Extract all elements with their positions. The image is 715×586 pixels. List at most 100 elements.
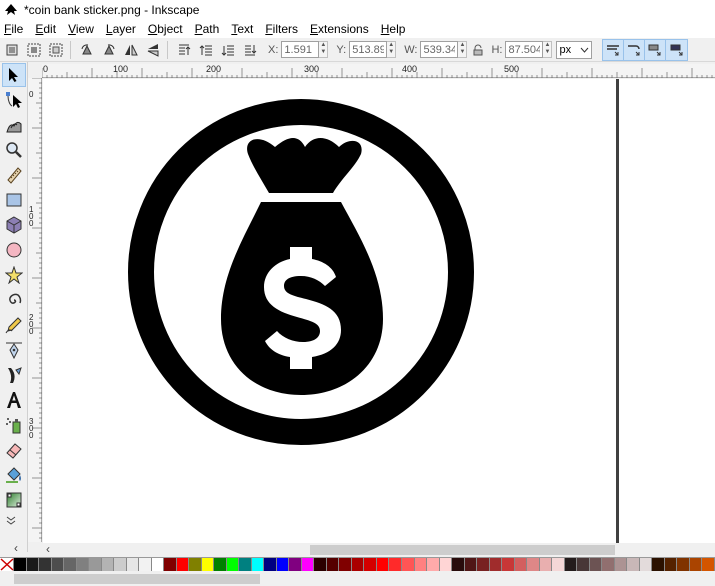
color-swatch[interactable] — [201, 558, 215, 571]
color-swatch[interactable] — [26, 558, 40, 571]
x-field[interactable] — [281, 41, 320, 58]
color-swatch[interactable] — [164, 558, 177, 571]
color-swatch[interactable] — [326, 558, 340, 571]
palette-scroll-thumb[interactable] — [14, 574, 260, 584]
color-swatch[interactable] — [301, 558, 315, 571]
menu-layer[interactable]: Layer — [106, 22, 136, 36]
color-swatch[interactable] — [439, 558, 453, 571]
rotate-cw-button[interactable] — [99, 40, 119, 60]
color-swatch[interactable] — [339, 558, 352, 571]
color-swatch[interactable] — [514, 558, 528, 571]
menu-extensions[interactable]: Extensions — [310, 22, 369, 36]
color-swatch[interactable] — [39, 558, 52, 571]
color-swatch[interactable] — [239, 558, 252, 571]
color-swatch[interactable] — [564, 558, 578, 571]
color-swatch[interactable] — [89, 558, 102, 571]
color-swatch[interactable] — [652, 558, 665, 571]
color-swatch[interactable] — [101, 558, 115, 571]
color-swatch[interactable] — [639, 558, 653, 571]
width-field[interactable] — [420, 41, 459, 58]
color-swatch[interactable] — [126, 558, 140, 571]
raise-to-top-button[interactable] — [174, 40, 194, 60]
color-swatch[interactable] — [689, 558, 703, 571]
color-swatch[interactable] — [589, 558, 603, 571]
color-swatch[interactable] — [489, 558, 503, 571]
menu-object[interactable]: Object — [148, 22, 183, 36]
color-swatch[interactable] — [276, 558, 290, 571]
color-swatch[interactable] — [139, 558, 152, 571]
menu-view[interactable]: View — [68, 22, 94, 36]
color-swatch[interactable] — [51, 558, 65, 571]
eraser-tool[interactable] — [2, 438, 26, 462]
color-swatch[interactable] — [351, 558, 365, 571]
ellipse-tool[interactable] — [2, 238, 26, 262]
3d-box-tool[interactable] — [2, 213, 26, 237]
corner-arrow-icon[interactable]: ‹ — [14, 541, 18, 555]
lower-button[interactable] — [218, 40, 238, 60]
pencil-tool[interactable] — [2, 313, 26, 337]
color-swatch[interactable] — [389, 558, 402, 571]
color-swatch[interactable] — [264, 558, 277, 571]
color-swatch[interactable] — [427, 558, 440, 571]
toolbox-more-icon[interactable] — [6, 516, 27, 529]
scale-stroke-button[interactable] — [603, 39, 625, 60]
color-swatch[interactable] — [289, 558, 302, 571]
color-swatch[interactable] — [64, 558, 77, 571]
menu-help[interactable]: Help — [381, 22, 406, 36]
color-swatch[interactable] — [614, 558, 628, 571]
menu-text[interactable]: Text — [231, 22, 253, 36]
color-swatch[interactable] — [539, 558, 553, 571]
y-field[interactable] — [349, 41, 388, 58]
scale-corners-button[interactable] — [624, 39, 646, 60]
menu-file[interactable]: File — [4, 22, 23, 36]
color-swatch[interactable] — [226, 558, 240, 571]
horizontal-ruler[interactable]: 0 100 200 300 400 500 — [41, 64, 715, 78]
color-swatch[interactable] — [414, 558, 428, 571]
menu-filters[interactable]: Filters — [265, 22, 298, 36]
no-paint-swatch[interactable] — [0, 558, 14, 571]
vertical-ruler[interactable]: 0 100 200 300 — [28, 77, 42, 542]
lock-icon[interactable] — [473, 44, 483, 56]
pen-tool[interactable] — [2, 338, 26, 362]
horizontal-scroll-thumb[interactable] — [310, 545, 615, 555]
deselect-button[interactable] — [46, 40, 66, 60]
raise-button[interactable] — [196, 40, 216, 60]
rotate-ccw-button[interactable] — [77, 40, 97, 60]
x-spinner[interactable]: ▲ ▼ — [319, 41, 329, 58]
flip-vertical-button[interactable] — [143, 40, 163, 60]
color-swatch[interactable] — [577, 558, 590, 571]
color-swatch[interactable] — [401, 558, 415, 571]
height-field[interactable] — [505, 41, 544, 58]
select-all-layers-button[interactable] — [24, 40, 44, 60]
unit-select[interactable]: px — [556, 40, 593, 59]
flip-horizontal-button[interactable] — [121, 40, 141, 60]
text-tool[interactable] — [2, 388, 26, 412]
calligraphy-tool[interactable] — [2, 363, 26, 387]
spiral-tool[interactable] — [2, 288, 26, 312]
color-swatch[interactable] — [502, 558, 515, 571]
lower-to-bottom-button[interactable] — [240, 40, 260, 60]
node-tool[interactable] — [2, 88, 26, 112]
rectangle-tool[interactable] — [2, 188, 26, 212]
scroll-left-arrow-icon[interactable]: ‹ — [46, 542, 50, 556]
scale-patterns-button[interactable] — [666, 40, 687, 60]
color-swatch[interactable] — [314, 558, 327, 571]
star-tool[interactable] — [2, 263, 26, 287]
color-swatch[interactable] — [76, 558, 90, 571]
gradient-tool[interactable] — [2, 488, 26, 512]
color-swatch[interactable] — [364, 558, 377, 571]
menu-path[interactable]: Path — [195, 22, 220, 36]
spray-tool[interactable] — [2, 413, 26, 437]
coin-bank-sticker-artwork[interactable] — [43, 79, 616, 543]
color-swatch[interactable] — [677, 558, 690, 571]
color-swatch[interactable] — [702, 558, 715, 571]
zoom-tool[interactable] — [2, 138, 26, 162]
scale-gradients-button[interactable] — [645, 39, 667, 60]
menu-edit[interactable]: Edit — [35, 22, 56, 36]
color-swatch[interactable] — [176, 558, 190, 571]
selector-tool[interactable] — [2, 63, 26, 87]
select-all-button[interactable] — [2, 40, 22, 60]
color-swatch[interactable] — [552, 558, 565, 571]
color-swatch[interactable] — [376, 558, 390, 571]
bucket-tool[interactable] — [2, 463, 26, 487]
